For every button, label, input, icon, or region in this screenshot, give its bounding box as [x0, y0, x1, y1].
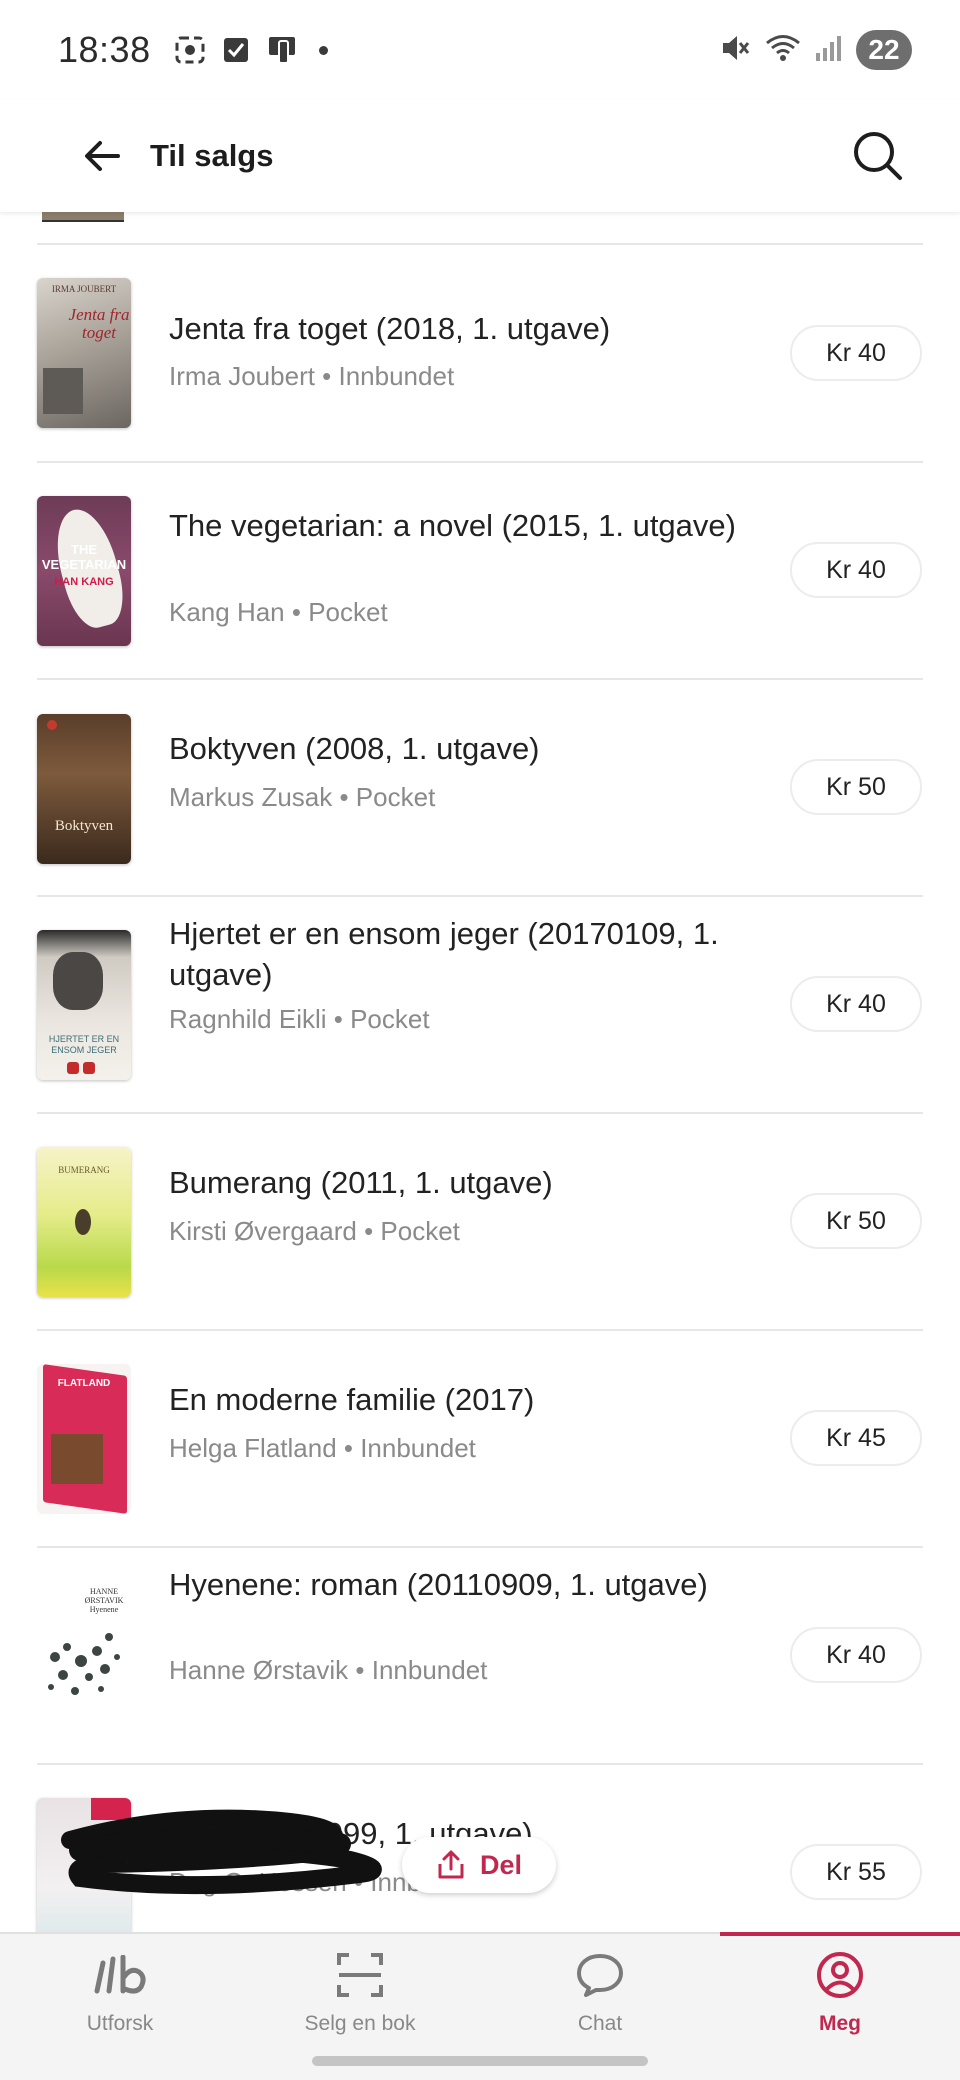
nav-label: Utforsk [86, 2012, 154, 2035]
price-tag[interactable]: Kr 55 [790, 1844, 922, 1900]
list-item[interactable]: Boktyven Boktyven (2008, 1. utgave) Mark… [0, 680, 960, 896]
nav-item-selg-en-bok[interactable]: Selg en bok [240, 1934, 480, 2044]
status-bar: 18:38 22 [0, 0, 960, 100]
book-cover-title: THE VEGETARIAN [41, 542, 127, 572]
share-icon [438, 1850, 464, 1879]
book-meta: Irma Joubert • Innbundet [169, 361, 455, 391]
book-title: En moderne familie (2017) [169, 1382, 535, 1417]
share-label: Del [479, 1849, 523, 1880]
status-notification-icons [173, 33, 328, 67]
book-cover-image: THE VEGETARIAN HAN KANG [37, 496, 131, 646]
status-time: 18:38 [58, 29, 151, 70]
battery-indicator: 22 [856, 30, 912, 70]
book-cover-title: FLATLAND [57, 1378, 111, 1389]
book-title: Boktyven (2008, 1. utgave) [169, 731, 540, 766]
book-cover-image: HANNE ØRSTAVIK Hyenene [37, 1581, 131, 1731]
book-cover-title: BUMERANG [58, 1165, 110, 1175]
list-item[interactable]: BUMERANG Bumerang (2011, 1. utgave) Kirs… [0, 1114, 960, 1330]
book-title: Bumerang (2011, 1. utgave) [169, 1165, 553, 1200]
book-title: Hyenene: roman (20110909, 1. utgave) [169, 1567, 708, 1602]
search-button[interactable] [848, 126, 908, 186]
bottom-navigation: Utforsk Selg en bok Chat Meg [0, 1932, 960, 2042]
chat-bubble-icon [575, 1950, 625, 2000]
price-tag[interactable]: Kr 45 [790, 1410, 922, 1466]
share-button[interactable]: Del [402, 1837, 556, 1893]
nav-item-chat[interactable]: Chat [480, 1934, 720, 2044]
redaction-scribble [61, 1809, 382, 1895]
status-system-icons: 22 [718, 30, 912, 70]
scan-icon [336, 1950, 384, 2000]
book-meta: Kirsti Øvergaard • Pocket [169, 1216, 460, 1246]
price-tag[interactable]: Kr 40 [790, 976, 922, 1032]
book-cover-image: Boktyven [37, 714, 131, 864]
book-cover-title: HANNE ØRSTAVIK Hyenene [84, 1587, 124, 1614]
screen: 18:38 22 Til salgs IRMA JOUBERT Jenta fr… [0, 0, 960, 2080]
price-tag[interactable]: Kr 40 [790, 325, 922, 381]
book-cover-title: Boktyven [54, 818, 114, 834]
book-title: The vegetarian: a novel (2015, 1. utgave… [169, 508, 736, 543]
mute-icon [718, 31, 752, 70]
app-bar: Til salgs [0, 100, 960, 212]
notification-dot-icon [318, 45, 328, 55]
book-meta: Ragnhild Eikli • Pocket [169, 1004, 430, 1034]
profile-icon [815, 1950, 865, 2000]
nav-item-meg[interactable]: Meg [720, 1932, 960, 2044]
book-list[interactable]: IRMA JOUBERT Jenta fra toget Jenta fra t… [0, 212, 960, 1934]
book-title: Hjertet er en ensom jeger (20170109, 1. … [169, 916, 719, 992]
active-tab-indicator [720, 1932, 960, 1936]
checkbox-icon [221, 35, 251, 65]
list-item[interactable]: HJERTET ER EN ENSOM JEGER Hjertet er en … [0, 897, 960, 1113]
book-title: Jenta fra toget (2018, 1. utgave) [169, 311, 611, 346]
book-cover-partial [42, 212, 124, 222]
list-item[interactable]: HANNE ØRSTAVIK Hyenene Hyenene: roman (2… [0, 1548, 960, 1764]
nav-label: Selg en bok [304, 2012, 416, 2035]
back-button[interactable] [78, 132, 126, 180]
book-cover-image: IRMA JOUBERT Jenta fra toget [37, 278, 131, 428]
page-title: Til salgs [150, 138, 274, 173]
search-icon [854, 132, 902, 180]
price-tag[interactable]: Kr 40 [790, 1627, 922, 1683]
list-item[interactable]: IRMA JOUBERT Jenta fra toget Jenta fra t… [0, 245, 960, 462]
lb-logo-icon [91, 1950, 149, 2000]
price-tag[interactable]: Kr 40 [790, 542, 922, 598]
book-cover-image: FLATLAND [37, 1364, 131, 1514]
wifi-icon [764, 32, 802, 69]
nav-label: Chat [577, 2012, 623, 2035]
book-meta: Kang Han • Pocket [169, 597, 388, 627]
price-tag[interactable]: Kr 50 [790, 1193, 922, 1249]
book-meta: Helga Flatland • Innbundet [169, 1433, 476, 1463]
nav-label: Meg [819, 2012, 861, 2035]
list-item[interactable]: FLATLAND En moderne familie (2017) Helga… [0, 1331, 960, 1547]
gesture-handle[interactable] [312, 2056, 648, 2066]
book-meta: Hanne Ørstavik • Innbundet [169, 1655, 488, 1685]
arrow-left-icon [85, 141, 120, 171]
device-icon [265, 33, 299, 67]
nav-item-utforsk[interactable]: Utforsk [0, 1934, 240, 2044]
list-item[interactable]: THE VEGETARIAN HAN KANG The vegetarian: … [0, 463, 960, 679]
book-cover-image: HJERTET ER EN ENSOM JEGER [37, 930, 131, 1080]
screenshot-icon [173, 33, 207, 67]
signal-icon [814, 33, 844, 68]
price-tag[interactable]: Kr 50 [790, 759, 922, 815]
book-meta: Markus Zusak • Pocket [169, 782, 436, 812]
book-cover-title: HJERTET ER EN ENSOM JEGER [48, 1034, 120, 1055]
book-cover-image: BUMERANG [37, 1147, 131, 1297]
book-cover-title: Jenta fra toget [68, 305, 130, 342]
